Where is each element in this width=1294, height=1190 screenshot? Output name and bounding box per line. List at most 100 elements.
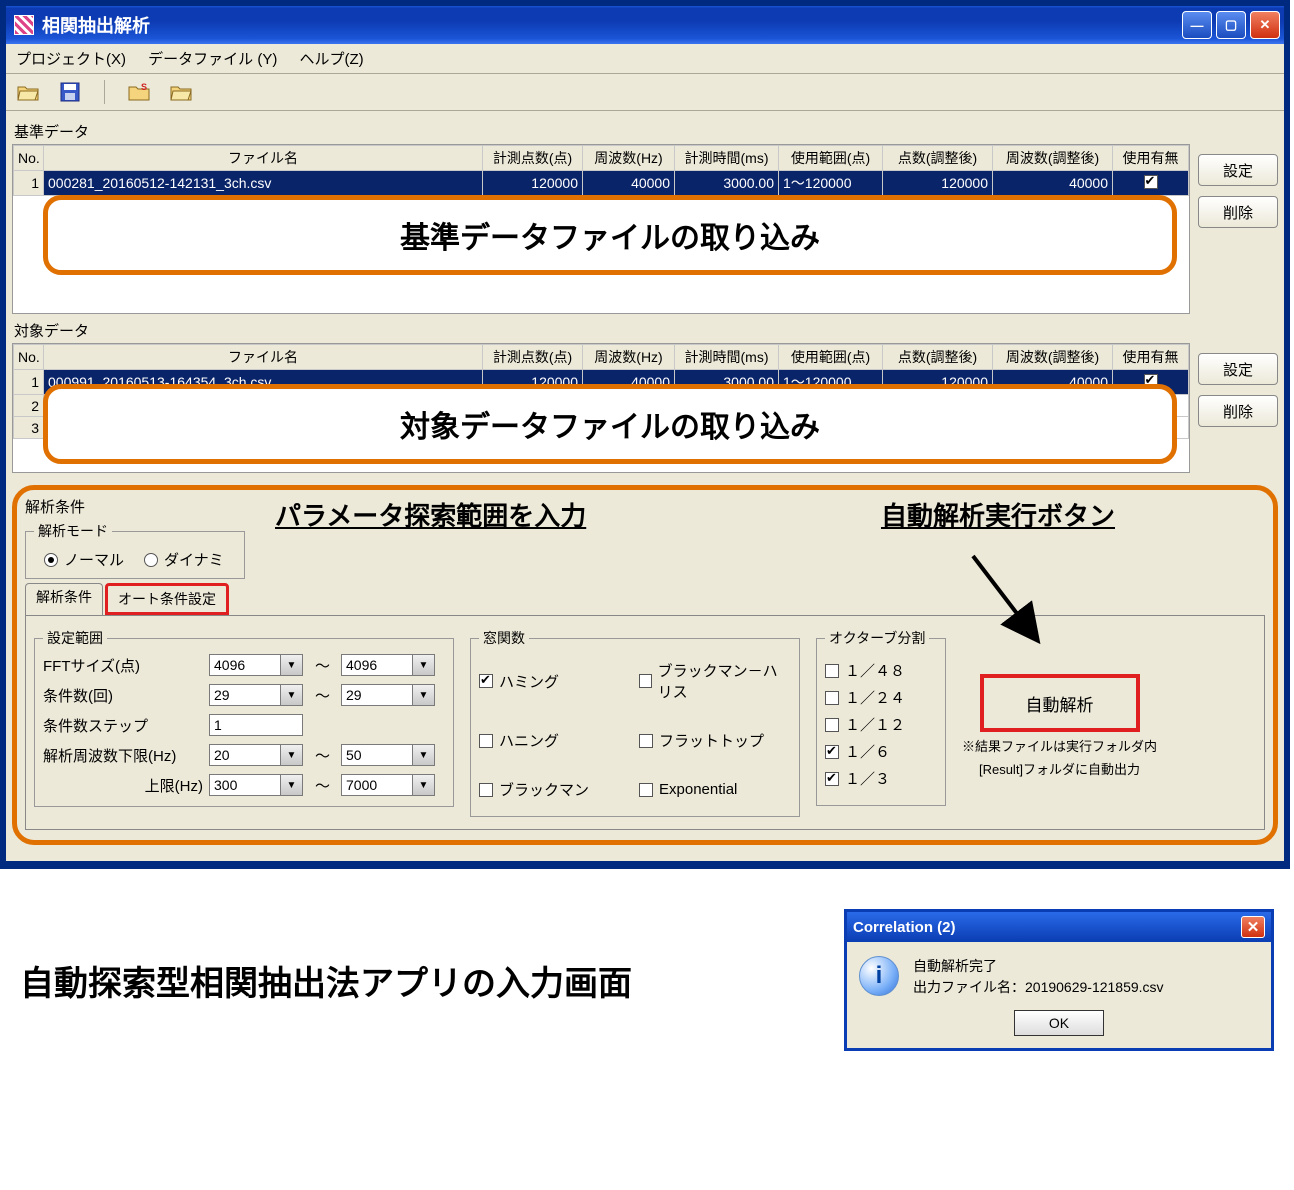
- menu-project[interactable]: プロジェクト(X): [16, 51, 126, 68]
- winfn-hanning[interactable]: ハニング: [479, 730, 631, 751]
- save-icon[interactable]: [58, 81, 82, 103]
- ref-settings-button[interactable]: 設定: [1198, 154, 1278, 186]
- chevron-down-icon[interactable]: [413, 774, 435, 796]
- column-header[interactable]: 周波数(調整後): [993, 146, 1113, 171]
- column-header[interactable]: 計測時間(ms): [675, 345, 779, 370]
- column-header[interactable]: 計測点数(点): [483, 146, 583, 171]
- menu-help[interactable]: ヘルプ(Z): [300, 51, 364, 68]
- column-header[interactable]: 計測時間(ms): [675, 146, 779, 171]
- window-title: 相関抽出解析: [42, 12, 150, 38]
- column-header[interactable]: ファイル名: [44, 146, 483, 171]
- chevron-down-icon[interactable]: [413, 684, 435, 706]
- winfn-flattop[interactable]: フラットトップ: [639, 730, 791, 751]
- tgt-delete-button[interactable]: 削除: [1198, 395, 1278, 427]
- column-header[interactable]: 周波数(Hz): [583, 146, 675, 171]
- mode-normal-label: ノーマル: [64, 549, 124, 570]
- cond-from-combo[interactable]: [209, 684, 309, 706]
- freq-hi-from-combo[interactable]: [209, 774, 309, 796]
- column-header[interactable]: ファイル名: [44, 345, 483, 370]
- chevron-down-icon[interactable]: [413, 654, 435, 676]
- column-header[interactable]: 計測点数(点): [483, 345, 583, 370]
- winfn-hamming[interactable]: ハミング: [479, 660, 631, 702]
- tgt-data-panel: No.ファイル名計測点数(点)周波数(Hz)計測時間(ms)使用範囲(点)点数(…: [12, 343, 1278, 473]
- chevron-down-icon[interactable]: [281, 684, 303, 706]
- param-range-label: パラメータ探索範囲を入力: [267, 492, 594, 537]
- fft-from-combo[interactable]: [209, 654, 309, 676]
- chevron-down-icon[interactable]: [413, 744, 435, 766]
- fft-to-combo[interactable]: [341, 654, 441, 676]
- tgt-settings-button[interactable]: 設定: [1198, 353, 1278, 385]
- column-header[interactable]: 点数(調整後): [883, 146, 993, 171]
- window-function-legend: 窓関数: [479, 628, 529, 648]
- column-header[interactable]: 周波数(Hz): [583, 345, 675, 370]
- open-icon[interactable]: [16, 81, 40, 103]
- mode-normal-radio[interactable]: ノーマル: [44, 549, 124, 570]
- fft-label: FFTサイズ(点): [43, 655, 203, 676]
- step-input[interactable]: [209, 714, 303, 736]
- minimize-button[interactable]: —: [1182, 11, 1212, 39]
- auto-button-label: 自動解析実行ボタン: [873, 492, 1123, 537]
- menubar: プロジェクト(X) データファイル (Y) ヘルプ(Z): [6, 44, 1284, 74]
- use-checkbox[interactable]: [1144, 175, 1158, 189]
- winfn-exponential[interactable]: Exponential: [639, 779, 791, 800]
- bottom-section: 自動探索型相関抽出法アプリの入力画面 Correlation (2) ✕ i 自…: [0, 869, 1294, 1141]
- oct-48[interactable]: １／４８: [825, 660, 937, 681]
- dialog-text: 自動解析完了 出力ファイル名：20190629-121859.csv: [913, 956, 1164, 998]
- tgt-grid[interactable]: No.ファイル名計測点数(点)周波数(Hz)計測時間(ms)使用範囲(点)点数(…: [12, 343, 1190, 473]
- menu-datafile[interactable]: データファイル (Y): [148, 51, 277, 68]
- column-header[interactable]: No.: [14, 146, 44, 171]
- tab-analysis-conditions[interactable]: 解析条件: [25, 583, 103, 615]
- table-row[interactable]: 1000281_20160512-142131_3ch.csv120000400…: [14, 171, 1189, 196]
- freq-lo-to-combo[interactable]: [341, 744, 441, 766]
- ref-grid[interactable]: No.ファイル名計測点数(点)周波数(Hz)計測時間(ms)使用範囲(点)点数(…: [12, 144, 1190, 314]
- octave-legend: オクターブ分割: [825, 628, 929, 648]
- tgt-import-label: 対象データファイルの取り込み: [400, 402, 820, 446]
- analysis-conditions-box: 解析条件 パラメータ探索範囲を入力 自動解析実行ボタン 解析モード ノーマル ダ…: [12, 485, 1278, 845]
- chevron-down-icon[interactable]: [281, 654, 303, 676]
- oct-24[interactable]: １／２４: [825, 687, 937, 708]
- tgt-import-overlay: 対象データファイルの取り込み: [43, 384, 1177, 464]
- tilde: ～: [315, 655, 335, 676]
- maximize-button[interactable]: ▢: [1216, 11, 1246, 39]
- toolbar-separator: [104, 80, 105, 104]
- set-range-legend: 設定範囲: [43, 628, 107, 648]
- column-header[interactable]: No.: [14, 345, 44, 370]
- auto-analysis-button[interactable]: 自動解析: [980, 674, 1140, 732]
- column-header[interactable]: 使用有無: [1113, 146, 1189, 171]
- oct-3[interactable]: １／３: [825, 768, 937, 789]
- column-header[interactable]: 使用範囲(点): [779, 146, 883, 171]
- toolbar: S: [6, 74, 1284, 111]
- open-tgt-icon[interactable]: [169, 81, 193, 103]
- oct-6[interactable]: １／６: [825, 741, 937, 762]
- info-icon: i: [859, 956, 899, 996]
- dialog-titlebar: Correlation (2) ✕: [847, 912, 1271, 942]
- freq-lo-from-combo[interactable]: [209, 744, 309, 766]
- svg-text:S: S: [141, 82, 147, 92]
- open-ref-icon[interactable]: S: [127, 81, 151, 103]
- tab-bar: 解析条件 オート条件設定: [25, 583, 1265, 615]
- tilde: ～: [315, 745, 335, 766]
- column-header[interactable]: 点数(調整後): [883, 345, 993, 370]
- winfn-blackman[interactable]: ブラックマン: [479, 779, 631, 800]
- column-header[interactable]: 周波数(調整後): [993, 345, 1113, 370]
- column-header[interactable]: 使用範囲(点): [779, 345, 883, 370]
- winfn-blackman-harris[interactable]: ブラックマン－ハリス: [639, 660, 791, 702]
- column-header[interactable]: 使用有無: [1113, 345, 1189, 370]
- chevron-down-icon[interactable]: [281, 744, 303, 766]
- oct-12[interactable]: １／１２: [825, 714, 937, 735]
- ref-import-overlay: 基準データファイルの取り込み: [43, 195, 1177, 275]
- dialog-close-button[interactable]: ✕: [1241, 916, 1265, 938]
- dialog-ok-button[interactable]: OK: [1014, 1010, 1104, 1036]
- mode-dynamic-label: ダイナミ: [164, 549, 224, 570]
- step-label: 条件数ステップ: [43, 715, 203, 736]
- chevron-down-icon[interactable]: [281, 774, 303, 796]
- tab-auto-conditions[interactable]: オート条件設定: [105, 583, 229, 615]
- ref-section-label: 基準データ: [14, 121, 1278, 142]
- freq-hi-to-combo[interactable]: [341, 774, 441, 796]
- close-button[interactable]: ✕: [1250, 11, 1280, 39]
- mode-dynamic-radio[interactable]: ダイナミ: [144, 549, 224, 570]
- tilde: ～: [315, 685, 335, 706]
- cond-to-combo[interactable]: [341, 684, 441, 706]
- result-dialog: Correlation (2) ✕ i 自動解析完了 出力ファイル名：20190…: [844, 909, 1274, 1051]
- ref-delete-button[interactable]: 削除: [1198, 196, 1278, 228]
